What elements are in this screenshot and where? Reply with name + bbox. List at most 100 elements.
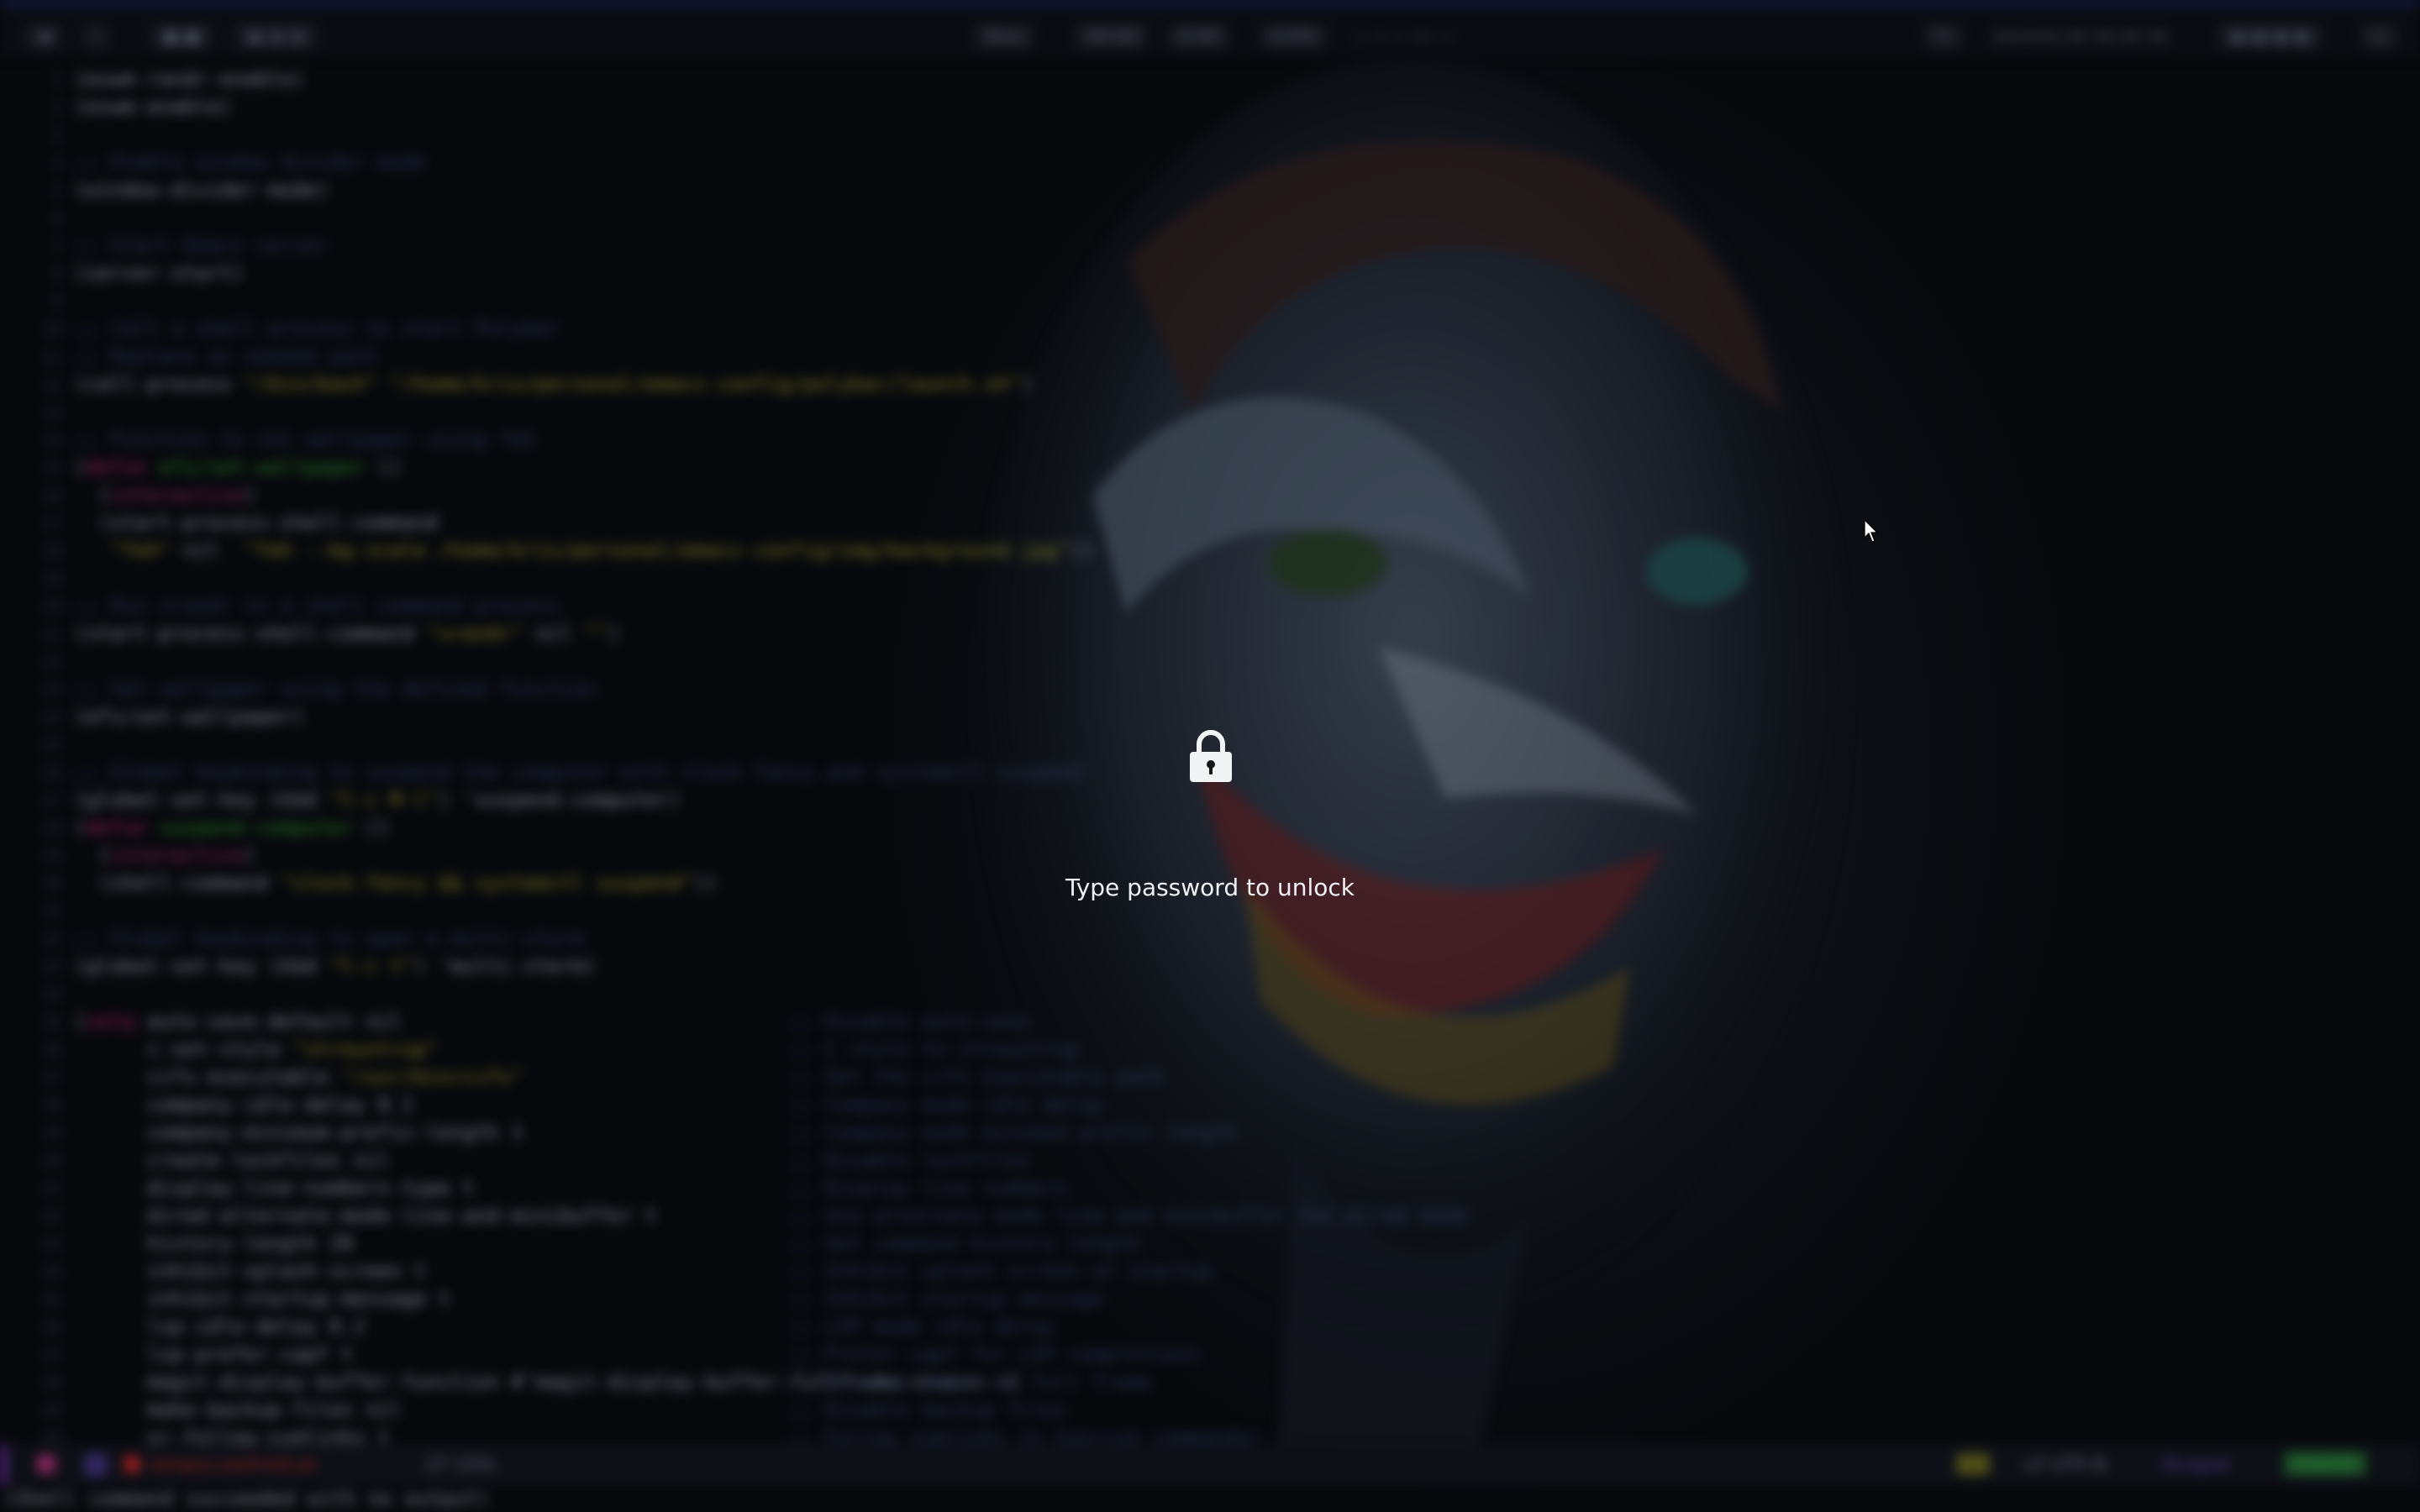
workspace-badge [84,1453,108,1477]
line-number: 35 [41,1012,62,1032]
line-number: 47 [41,1345,62,1365]
code-line: c-set-style "stroustrup" [74,1037,439,1061]
line-number: 3 [51,125,62,145]
inline-comment: ;; Inhibit splash screen at startup [788,1259,1213,1283]
workspace-indicator: ◀ [25,24,62,49]
code-line: (efs/set-wallpaper) [74,705,305,728]
code-line: (interactive) [74,843,256,867]
line-number: 46 [41,1317,62,1337]
echo-area: (Shell command succeeded with no output) [3,1487,489,1510]
code-line: ;; Start Emacs server [74,234,329,257]
line-number: 18 [41,541,62,561]
code-line: dired-alternate-mode-line-and-minibuffer… [74,1204,657,1227]
buffer-name: emacs-conf-init.el [151,1455,316,1476]
line-number: 14 [41,430,62,450]
workspace-indicator: ▣ ▤ ▥ [235,24,318,49]
code-line: inhibit-startup-message t [74,1287,450,1310]
status-item: Bios [975,24,1034,49]
line-number: 22 [41,652,62,672]
code-line: ;; Enable window divider mode [74,150,427,174]
line-number: 8 [51,264,62,284]
line-number: 39 [41,1123,62,1143]
code-line: company-minimum-prefix-length 1 [74,1121,523,1144]
line-number: 4 [51,153,62,173]
code-line: ;; Global keybinding to suspend the comp… [74,760,1082,784]
code-line: ;; Function to set wallpaper using feh [74,428,536,451]
tray-icon: ✎ [1924,24,1962,49]
line-number: 33 [41,957,62,977]
line-number: 40 [41,1151,62,1171]
line-number: 29 [41,846,62,866]
code-line: (setq auto-save-default nil [74,1010,402,1033]
lock-screen: ◀ ■ ■ ▣ ▤ ▥ Bios 00:00 0:00 0.0% — • — •… [0,0,2420,1512]
line-number: 11 [41,347,62,367]
inline-comment: ;; Display line numbers [788,1176,1068,1200]
code-line: history-length 20 [74,1231,354,1255]
status-item: 0:00 [1168,24,1229,49]
inline-comment: ;; Inhibit startup message [788,1287,1104,1310]
inline-comment: ;; Prefer capf for LSP completions [788,1342,1202,1366]
inline-comment: ;; Disable lockfiles [788,1148,1031,1172]
line-number: 2 [51,97,62,118]
status-item: 0.0% [1260,24,1327,49]
line-number: 17 [41,513,62,533]
code-line: (global-set-key (kbd "C-c t") 'multi-vte… [74,954,597,978]
unlock-prompt: Type password to unlock [1065,874,1355,901]
line-number: 6 [51,208,62,228]
line-number: 5 [51,181,62,201]
status-bar: ◀ ■ ■ ▣ ▤ ▥ Bios 00:00 0:00 0.0% — • — •… [0,5,2420,57]
status-title: — • — •• — [1353,27,1455,47]
code-line: (shell-command "slock-fancy && systemctl… [74,871,718,895]
inline-comment: ;; LSP mode idle delay [788,1315,1055,1338]
code-line: (interactive) [74,483,256,507]
line-number: 24 [41,707,62,727]
line-number: 36 [41,1040,62,1060]
inline-comment: ;; Set the cifs executable path [788,1065,1165,1089]
line-number: 37 [41,1068,62,1088]
line-number: 42 [41,1206,62,1226]
line-number: 28 [41,818,62,838]
line-number: 45 [41,1289,62,1310]
code-line: lsp-prefer-capf t [74,1342,354,1366]
code-line: (defun suspend-computer () [74,816,390,839]
code-line: inhibit-splash-screen t [74,1259,427,1283]
line-number: 20 [41,596,62,617]
line-number: 10 [41,319,62,339]
status-item: 00:00 [1076,24,1148,49]
line-number: 49 [41,1400,62,1420]
line-number: 19 [41,569,62,589]
mode-line-accent [0,1445,7,1485]
tray-icon: ◇ [2361,24,2398,49]
inline-comment: ;; Use alternate mode line and minibuffe… [788,1204,1469,1227]
line-number: 23 [41,680,62,700]
line-number: 41 [41,1179,62,1199]
inline-comment: ;; C style to stroustrup [788,1037,1080,1061]
line-number: 27 [41,790,62,811]
code-line: create-lockfiles nil [74,1148,390,1172]
code-line: display-line-numbers-type t [74,1176,475,1200]
code-line: (defun efs/set-wallpaper () [74,455,402,479]
code-line: (server-start) [74,261,245,285]
line-number: 34 [41,984,62,1005]
line-number: 30 [41,874,62,894]
line-number: 43 [41,1234,62,1254]
code-line: (call-process "/bin/bash" "/home/kris/pe… [74,372,1034,396]
evil-state-icon [37,1455,55,1473]
line-number: 48 [41,1373,62,1393]
modified-icon [123,1455,141,1473]
line-number: 12 [41,375,62,395]
code-line: (exwm-enable) [74,95,232,118]
inline-comment: ;; Company mode minimum prefix length [788,1121,1238,1144]
inline-comment: ;; Disable backup files [788,1398,1068,1421]
code-line: ;; Set wallpaper using the defined funct… [74,677,597,701]
warning-icon [1956,1453,1990,1475]
mouse-cursor-icon [1864,519,1879,543]
workspace-indicator: ■ ■ [151,24,213,49]
line-number: 9 [51,291,62,312]
inline-comment: ;; Display magit in full frame [788,1370,1153,1394]
code-line: (start-process-shell-command [74,511,439,534]
line-number: 32 [41,929,62,949]
code-line: ;; Replace as needed path [74,344,378,368]
inline-comment: ;; Disable auto-save [788,1010,1031,1033]
line-number: 31 [41,901,62,921]
